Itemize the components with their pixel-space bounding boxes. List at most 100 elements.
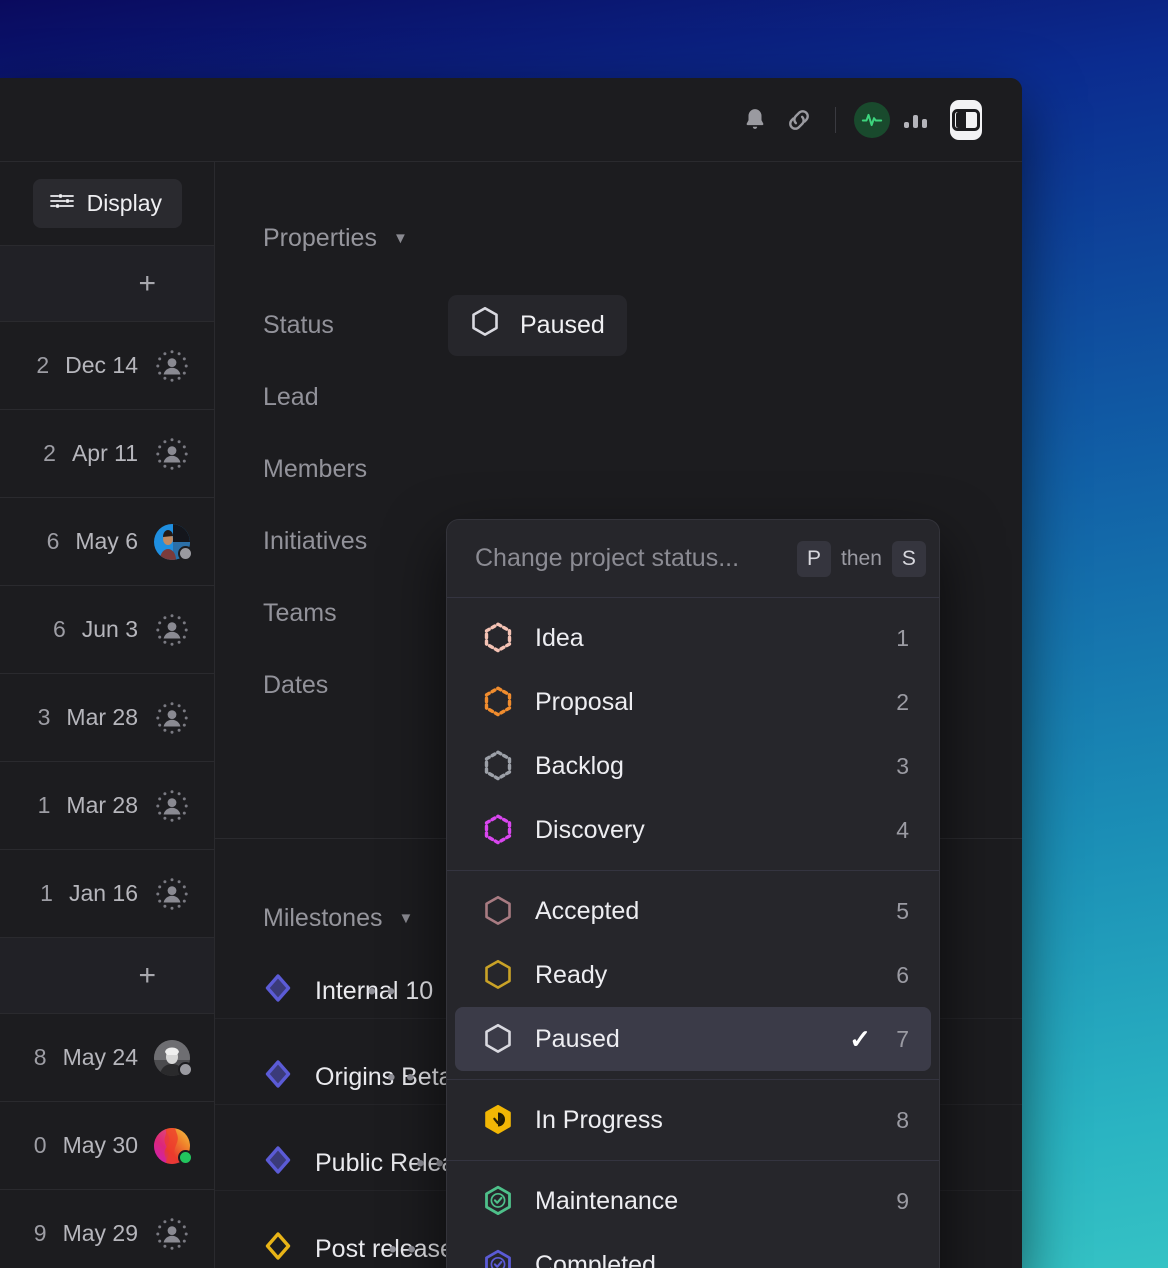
project-health-button[interactable] [850, 98, 894, 142]
sliders-icon [49, 190, 75, 217]
avatar-placeholder-icon[interactable] [154, 348, 190, 384]
status-option-maintenance[interactable]: Maintenance 9 [455, 1169, 931, 1233]
project-list-row[interactable]: 2 Dec 14 [0, 322, 214, 410]
properties-title: Properties [263, 224, 377, 252]
milestone-row-more-dots[interactable]: • • [387, 1064, 416, 1092]
add-project-button-top[interactable]: + [0, 246, 214, 322]
project-row-count: 6 [52, 616, 66, 642]
status-option-label: Completed [535, 1250, 656, 1268]
milestone-diamond-icon [263, 1231, 293, 1268]
project-rows-group-2: 8 May 24 0 May 30 9 May 29 [0, 1014, 214, 1268]
properties-section-header[interactable]: Properties ▼ [215, 224, 408, 253]
app-window: Display + 2 Dec 14 2 Apr 11 6 May 6 6 Jun 3 3 Mar… [0, 78, 1022, 1268]
project-row-date: Mar 28 [66, 704, 138, 730]
property-label: Initiatives [263, 526, 368, 555]
property-row-teams: Teams [263, 590, 448, 636]
status-option-group: Idea 1 Proposal 2 Backlog 3 Discovery 4 [447, 598, 939, 870]
status-option-shortcut-number: 5 [896, 897, 909, 924]
milestone-row[interactable]: Internal 10 • • [263, 973, 433, 1010]
avatar[interactable] [154, 523, 193, 561]
display-button[interactable]: Display [32, 179, 182, 228]
status-option-discovery[interactable]: Discovery 4 [455, 798, 931, 862]
project-list-row[interactable]: 1 Jan 16 [0, 850, 214, 938]
status-option-shortcut-number: 2 [896, 688, 909, 715]
project-row-date: May 6 [75, 528, 138, 554]
status-option-label: Paused [535, 1024, 620, 1053]
project-list-row[interactable]: 6 Jun 3 [0, 586, 214, 674]
status-option-group: In Progress 8 [447, 1079, 939, 1160]
status-option-in-progress[interactable]: In Progress 8 [455, 1088, 931, 1152]
milestone-name: Post release [315, 1235, 454, 1263]
status-option-shortcut-number: 3 [896, 752, 909, 779]
project-row-count: 0 [33, 1132, 47, 1158]
top-toolbar [0, 78, 1022, 162]
copy-link-icon[interactable] [777, 98, 821, 142]
milestone-row[interactable]: Origins Beta • • [263, 1059, 453, 1096]
hexagon-dashed-icon [481, 813, 515, 847]
property-label: Dates [263, 670, 329, 699]
display-button-label: Display [86, 190, 162, 216]
status-option-shortcut-number: 8 [896, 1106, 909, 1133]
milestone-row[interactable]: Post release • • [263, 1231, 454, 1268]
status-option-label: Idea [535, 623, 584, 652]
status-option-label: Discovery [535, 815, 645, 844]
status-option-idea[interactable]: Idea 1 [455, 606, 931, 670]
desktop-background: Display + 2 Dec 14 2 Apr 11 6 May 6 6 Jun 3 3 Mar… [0, 0, 1168, 1268]
status-option-completed[interactable]: Completed [455, 1233, 931, 1268]
property-label: Members [263, 454, 368, 483]
project-list-row[interactable]: 1 Mar 28 [0, 762, 214, 850]
project-list-row[interactable]: 9 May 29 [0, 1190, 214, 1268]
status-option-shortcut-number: 6 [896, 961, 909, 988]
milestones-section-header[interactable]: Milestones ▼ [215, 904, 413, 933]
status-search-input[interactable] [475, 544, 797, 573]
avatar-placeholder-icon[interactable] [154, 788, 190, 824]
project-row-date: Dec 14 [65, 352, 138, 378]
project-row-date: May 24 [62, 1044, 138, 1070]
project-list-row[interactable]: 6 May 6 [0, 498, 214, 586]
status-option-ready[interactable]: Ready 6 [455, 943, 931, 1007]
milestone-row-more-dots[interactable]: • • [368, 978, 397, 1006]
project-row-date: Apr 11 [71, 440, 138, 466]
project-row-count: 2 [36, 352, 50, 378]
project-row-date: Jan 16 [68, 880, 138, 906]
avatar-placeholder-icon[interactable] [154, 436, 190, 472]
milestone-row-more-dots[interactable]: • • [416, 1150, 445, 1178]
avatar[interactable] [154, 1127, 193, 1165]
project-row-count: 9 [33, 1220, 47, 1246]
avatar-status-badge [178, 1061, 193, 1077]
milestone-row-more-dots[interactable]: • • [388, 1236, 417, 1264]
status-option-paused[interactable]: Paused ✓ 7 [455, 1007, 931, 1071]
status-dropdown-menu: P then S Idea 1 Proposal 2 Backlog 3 Discovery… [446, 519, 940, 1268]
add-project-button-bottom[interactable]: + [0, 938, 214, 1014]
project-row-date: Mar 28 [66, 792, 138, 818]
status-value-chip[interactable]: Paused [448, 294, 627, 356]
avatar-status-badge [178, 1149, 193, 1165]
toggle-side-panel-button[interactable] [938, 98, 982, 142]
avatar[interactable] [154, 1039, 193, 1077]
status-option-backlog[interactable]: Backlog 3 [455, 734, 931, 798]
hexagon-dashed-icon [481, 621, 515, 655]
hexagon-outline-icon [481, 958, 515, 992]
avatar-placeholder-icon[interactable] [154, 700, 190, 736]
project-list-row[interactable]: 3 Mar 28 [0, 674, 214, 762]
status-option-label: Proposal [535, 687, 634, 716]
status-option-accepted[interactable]: Accepted 5 [455, 879, 931, 943]
property-row-dates: Dates [263, 662, 448, 708]
property-row-members: Members [263, 446, 448, 492]
hexagon-dashed-icon [481, 749, 515, 783]
project-list-row[interactable]: 8 May 24 [0, 1014, 214, 1102]
project-list-row[interactable]: 2 Apr 11 [0, 410, 214, 498]
project-row-count: 1 [37, 792, 51, 818]
avatar-placeholder-icon[interactable] [154, 876, 190, 912]
status-option-proposal[interactable]: Proposal 2 [455, 670, 931, 734]
notifications-bell-icon[interactable] [733, 98, 777, 142]
shortcut-key-p: P [797, 540, 831, 577]
avatar-placeholder-icon[interactable] [154, 612, 190, 648]
insights-bar-chart-icon[interactable] [894, 98, 938, 142]
hexagon-progress-icon [481, 1103, 515, 1137]
project-list-row[interactable]: 0 May 30 [0, 1102, 214, 1190]
hexagon-dashed-icon [481, 685, 515, 719]
avatar-placeholder-icon[interactable] [154, 1216, 190, 1252]
property-row-initiatives: Initiatives [263, 518, 448, 564]
status-option-groups: Idea 1 Proposal 2 Backlog 3 Discovery 4 Accepted… [447, 598, 939, 1268]
